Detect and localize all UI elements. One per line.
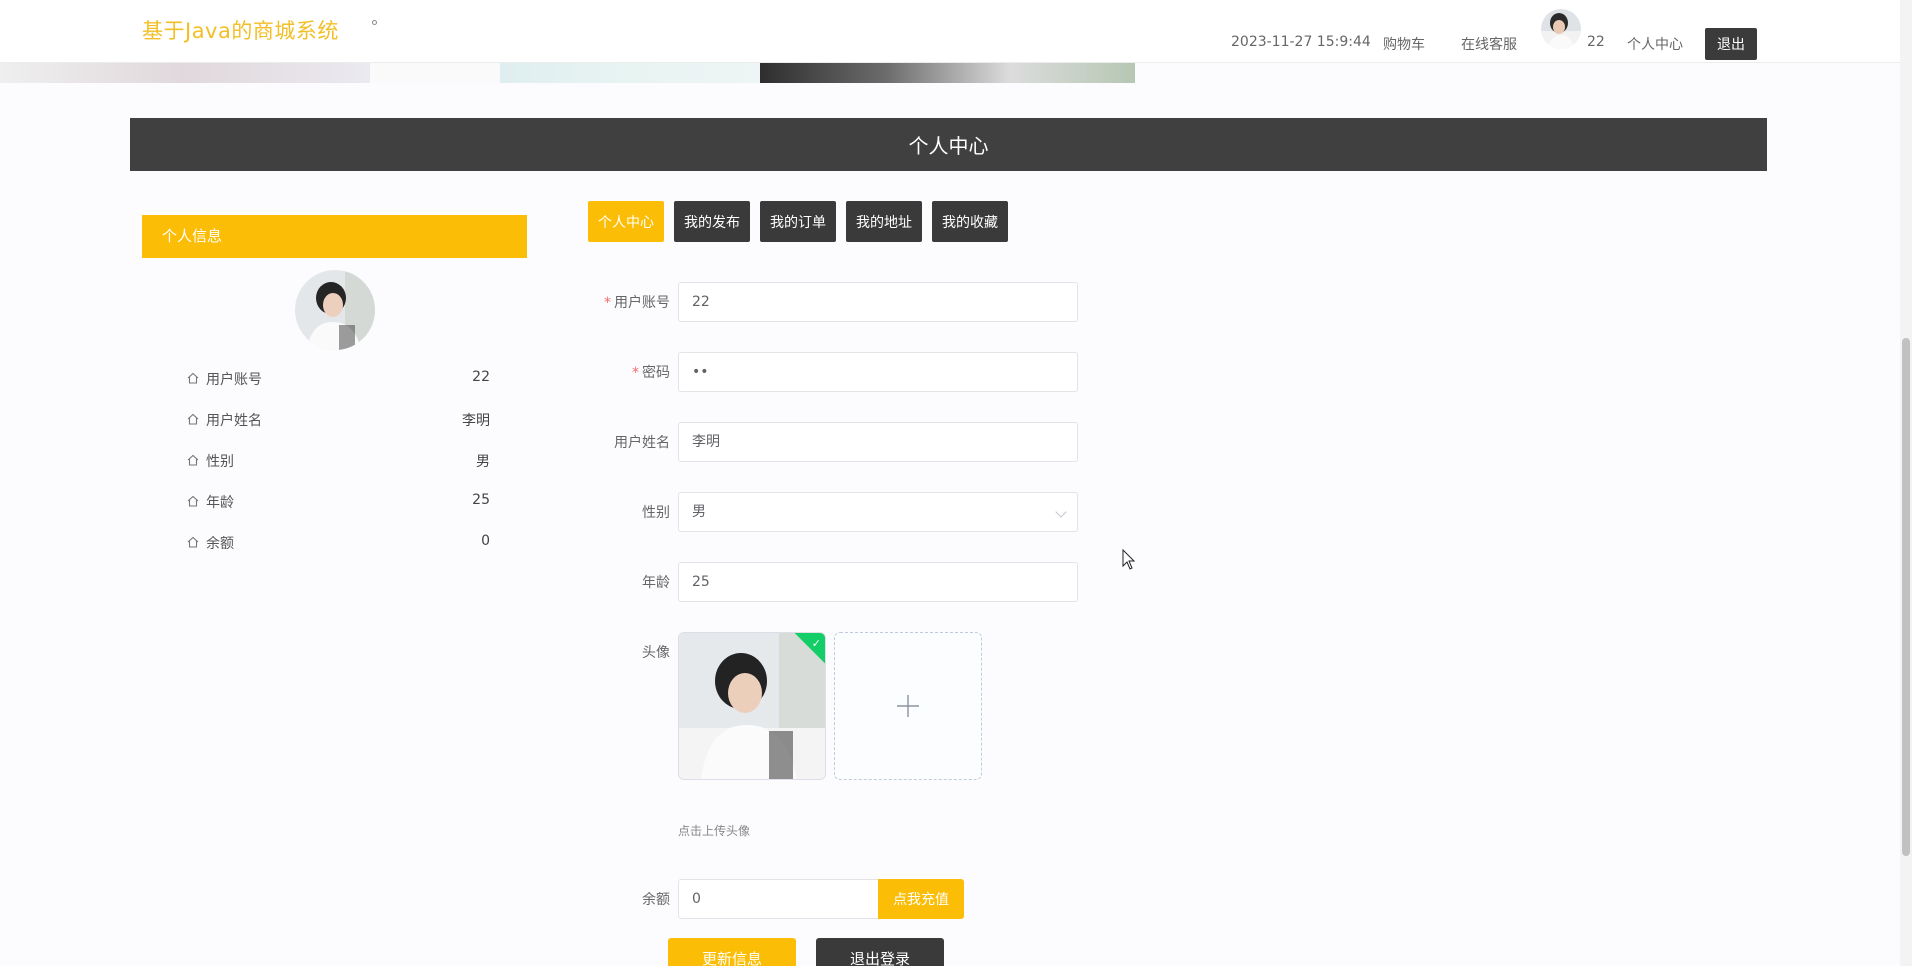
info-label: 用户账号 xyxy=(206,372,262,388)
header-logout-button[interactable]: 退出 xyxy=(1705,28,1757,60)
name-input[interactable]: 李明 xyxy=(678,422,1078,462)
update-info-button[interactable]: 更新信息 xyxy=(668,938,796,966)
nav-username: 22 xyxy=(1587,34,1605,50)
info-row-name: 用户姓名 李明 xyxy=(186,410,490,432)
info-value: 22 xyxy=(472,369,490,385)
password-label: * 密码 xyxy=(632,365,670,381)
home-icon xyxy=(187,454,199,466)
avatar-upload-button[interactable] xyxy=(834,632,982,780)
nav-personal-center-link[interactable]: 个人中心 xyxy=(1627,34,1683,54)
upload-tip: 点击上传头像 xyxy=(678,824,751,838)
home-icon xyxy=(187,536,199,548)
tab-my-addresses[interactable]: 我的地址 xyxy=(846,201,922,242)
tab-my-posts[interactable]: 我的发布 xyxy=(674,201,750,242)
plus-icon xyxy=(897,695,919,717)
account-label: * 用户账号 xyxy=(604,295,670,311)
home-icon xyxy=(187,495,199,507)
section-title-bar: 个人中心 xyxy=(130,118,1767,171)
home-icon xyxy=(187,372,199,384)
banner-strip xyxy=(0,63,1135,83)
info-value: 男 xyxy=(476,454,490,470)
tab-my-favorites[interactable]: 我的收藏 xyxy=(932,201,1008,242)
info-value: 25 xyxy=(472,492,490,508)
tab-my-orders[interactable]: 我的订单 xyxy=(760,201,836,242)
info-label: 用户姓名 xyxy=(206,413,262,429)
age-input[interactable]: 25 xyxy=(678,562,1078,602)
chevron-down-icon xyxy=(1055,506,1067,518)
uploaded-avatar-thumbnail[interactable]: ✓ xyxy=(678,632,826,780)
check-icon: ✓ xyxy=(811,637,821,650)
gender-label: 性别 xyxy=(642,505,670,521)
section-title: 个人中心 xyxy=(908,134,989,158)
logout-account-button[interactable]: 退出登录 xyxy=(816,938,944,966)
password-input[interactable]: •• xyxy=(678,352,1078,392)
current-datetime: 2023-11-27 15:9:44 xyxy=(1231,34,1371,50)
nav-customer-service-link[interactable]: 在线客服 xyxy=(1461,34,1517,54)
info-row-account: 用户账号 22 xyxy=(186,369,490,391)
balance-input[interactable]: 0 xyxy=(678,879,880,919)
avatar-label: 头像 xyxy=(642,645,670,661)
info-label: 年龄 xyxy=(206,495,234,511)
info-label: 余额 xyxy=(206,536,234,552)
info-avatar xyxy=(295,270,375,350)
info-row-age: 年龄 25 xyxy=(186,492,490,514)
balance-label: 余额 xyxy=(642,892,670,908)
name-label: 用户姓名 xyxy=(614,435,670,451)
age-label: 年龄 xyxy=(642,575,670,591)
page-scrollbar-thumb[interactable] xyxy=(1902,338,1910,856)
info-value: 0 xyxy=(481,533,490,549)
recharge-button[interactable]: 点我充值 xyxy=(878,879,964,919)
dot-icon xyxy=(372,20,377,25)
mouse-pointer-icon xyxy=(1122,549,1136,570)
info-row-balance: 余额 0 xyxy=(186,533,490,555)
user-avatar[interactable] xyxy=(1541,9,1581,49)
tab-personal-center[interactable]: 个人中心 xyxy=(588,201,664,242)
site-title[interactable]: 基于Java的商城系统 xyxy=(142,15,339,45)
home-icon xyxy=(187,413,199,425)
gender-select-value: 男 xyxy=(692,504,706,520)
info-row-gender: 性别 男 xyxy=(186,451,490,473)
gender-select[interactable]: 男 xyxy=(678,492,1078,532)
top-navbar: 基于Java的商城系统 2023-11-27 15:9:44 购物车 在线客服 … xyxy=(0,0,1912,63)
account-input[interactable]: 22 xyxy=(678,282,1078,322)
info-value: 李明 xyxy=(462,413,490,429)
info-label: 性别 xyxy=(206,454,234,470)
nav-cart-link[interactable]: 购物车 xyxy=(1383,34,1425,54)
info-panel-header: 个人信息 xyxy=(142,215,527,258)
